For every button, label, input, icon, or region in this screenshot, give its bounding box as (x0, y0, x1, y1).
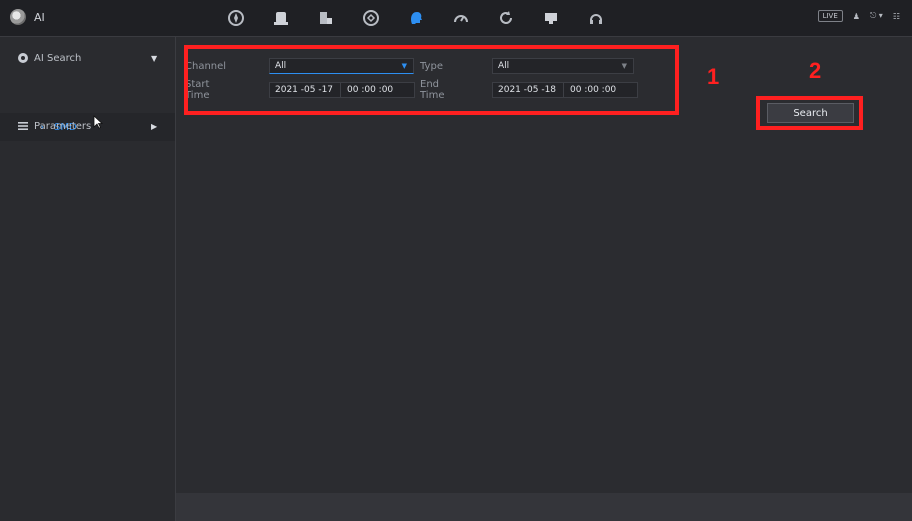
list-icon (16, 119, 30, 133)
top-navigation-bar: AI LIVE ♟ ⎋ ▾ ☷ (0, 0, 912, 37)
chevron-down-icon: ▼ (151, 53, 158, 63)
sidebar-item-parameters[interactable]: Parameters ▶ (0, 111, 175, 141)
status-bar (176, 493, 912, 521)
app-brand[interactable]: AI (10, 9, 45, 25)
headset-icon[interactable] (585, 7, 607, 29)
chevron-right-icon: ▶ (151, 121, 158, 131)
network-icon[interactable] (360, 7, 382, 29)
compass-icon[interactable] (225, 7, 247, 29)
monitor-icon[interactable] (540, 7, 562, 29)
ai-head-icon[interactable] (405, 7, 427, 29)
annotation-marker-2: 2 (809, 58, 822, 83)
menu-grid-icon[interactable]: ☷ (893, 12, 900, 21)
ai-logo-icon (10, 9, 26, 25)
top-right-controls: LIVE ♟ ⎋ ▾ ☷ (817, 10, 900, 22)
top-icon-group (225, 7, 630, 29)
sidebar: AI Search ▼ › SMD Parameters ▶ (0, 37, 176, 521)
logout-icon[interactable]: ⎋ ▾ (870, 11, 883, 21)
live-button[interactable]: LIVE (817, 10, 843, 22)
gauge-icon[interactable] (450, 7, 472, 29)
sidebar-item-label: Parameters (34, 120, 92, 132)
app-title: AI (34, 10, 45, 24)
sidebar-item-ai-search[interactable]: AI Search ▼ (0, 43, 175, 73)
storage-icon[interactable] (270, 7, 292, 29)
annotation-marker-1: 1 (707, 64, 720, 89)
sidebar-item-label: AI Search (34, 52, 82, 64)
refresh-icon[interactable] (495, 7, 517, 29)
ai-search-icon (16, 51, 30, 65)
highlight-box-1 (184, 45, 679, 115)
highlight-box-2 (756, 96, 863, 130)
user-icon[interactable]: ♟ (853, 12, 860, 21)
server-icon[interactable] (315, 7, 337, 29)
